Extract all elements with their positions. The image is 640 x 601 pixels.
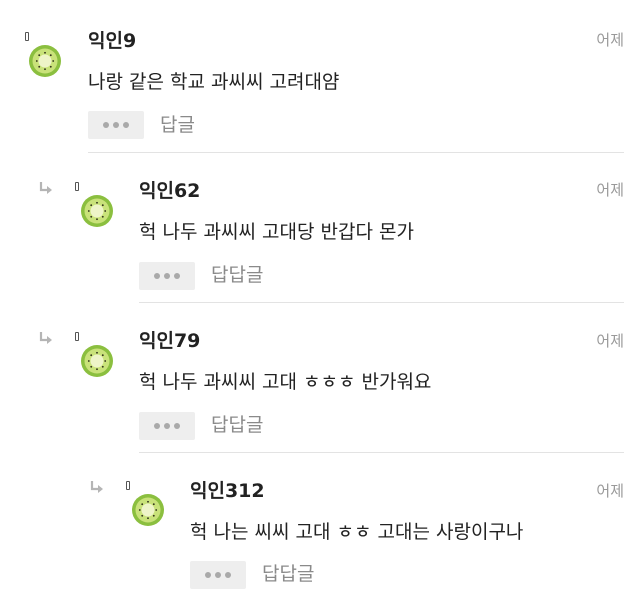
more-options-button[interactable] [190, 561, 246, 589]
divider [139, 302, 624, 303]
comment-text: 헉 나는 씨씨 고대 ㅎㅎ 고대는 사랑이구나 [190, 521, 524, 543]
comment-time: 어제 [596, 482, 624, 500]
comment-text: 헉 나두 과씨씨 고대당 반갑다 몬가 [139, 221, 414, 243]
kiwi-avatar-icon[interactable] [80, 344, 114, 378]
kiwi-avatar-icon[interactable] [80, 194, 114, 228]
tag-icon [25, 32, 29, 41]
comment-author[interactable]: 익인79 [139, 330, 200, 352]
divider [139, 452, 624, 453]
tag-icon [75, 332, 79, 341]
reply-arrow-icon [38, 181, 54, 195]
comment-author[interactable]: 익인312 [190, 480, 265, 502]
comment-author[interactable]: 익인62 [139, 180, 200, 202]
reply-button[interactable]: 답답글 [262, 563, 314, 585]
comment-author[interactable]: 익인9 [88, 30, 136, 52]
kiwi-avatar-icon[interactable] [131, 493, 165, 527]
comment-time: 어제 [596, 332, 624, 350]
reply-button[interactable]: 답글 [160, 114, 195, 136]
reply-button[interactable]: 답답글 [211, 414, 263, 436]
tag-icon [126, 481, 130, 490]
comment-text: 헉 나두 과씨씨 고대 ㅎㅎㅎ 반가워요 [139, 371, 432, 393]
more-options-button[interactable] [139, 412, 195, 440]
reply-arrow-icon [38, 331, 54, 345]
comment-time: 어제 [596, 181, 624, 199]
comment-time: 어제 [596, 31, 624, 49]
divider [88, 152, 624, 153]
reply-button[interactable]: 답답글 [211, 264, 263, 286]
reply-arrow-icon [89, 480, 105, 494]
more-options-button[interactable] [139, 262, 195, 290]
kiwi-avatar-icon[interactable] [28, 44, 62, 78]
tag-icon [75, 182, 79, 191]
comment-text: 나랑 같은 학교 과씨씨 고려대얌 [88, 71, 340, 93]
more-options-button[interactable] [88, 111, 144, 139]
